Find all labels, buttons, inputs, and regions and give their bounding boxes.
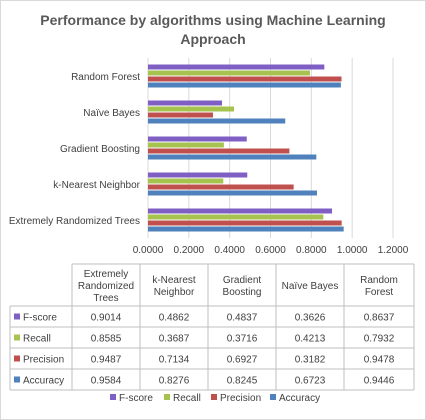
legend-label: F-score <box>119 393 153 404</box>
bar-precision <box>148 112 213 118</box>
bar-recall <box>148 70 310 76</box>
bar-precision <box>148 76 342 82</box>
table-header: k-Nearest <box>152 275 196 286</box>
table-value: 0.4213 <box>295 334 326 345</box>
bar-recall <box>148 142 224 148</box>
table-value: 0.8585 <box>91 334 122 345</box>
table-value: 0.9487 <box>91 355 122 366</box>
table-series-swatch <box>14 334 20 341</box>
bar-accuracy <box>148 154 317 160</box>
x-tick-label: 0.4000 <box>214 245 245 256</box>
table-value: 0.9446 <box>364 376 395 387</box>
legend-label: Precision <box>220 393 261 404</box>
table-header: Neighbor <box>154 287 195 298</box>
table-value: 0.6723 <box>295 376 326 387</box>
x-tick-label: 1.2000 <box>378 245 409 256</box>
table-series-swatch <box>14 313 20 320</box>
table-header: Forest <box>365 287 394 298</box>
table-header: Boosting <box>223 287 262 298</box>
table-value: 0.3687 <box>159 334 190 345</box>
bar-accuracy <box>148 190 317 196</box>
table-series-name: F-score <box>23 313 57 324</box>
x-tick-label: 0.6000 <box>255 245 286 256</box>
chart: Performance by algorithms using Machine … <box>0 0 426 420</box>
table-value: 0.3626 <box>295 313 326 324</box>
table-value: 0.8245 <box>227 376 258 387</box>
table-header: Random <box>360 275 398 286</box>
table-header: Extremely <box>84 269 128 280</box>
bar-precision <box>148 148 290 154</box>
table-series-name: Accuracy <box>23 376 64 387</box>
table-series-swatch <box>14 355 20 362</box>
bar-accuracy <box>148 82 341 88</box>
table-header: Trees <box>93 293 118 304</box>
x-tick-label: 1.0000 <box>337 245 368 256</box>
table-value: 0.8276 <box>159 376 190 387</box>
bar-recall <box>148 178 224 184</box>
chart-title-line-2: Approach <box>180 31 245 47</box>
legend-swatch <box>270 394 276 400</box>
table-value: 0.8637 <box>364 313 395 324</box>
table-value: 0.4837 <box>227 313 258 324</box>
table-value: 0.7134 <box>159 355 190 366</box>
bar-accuracy <box>148 226 344 232</box>
table-value: 0.6927 <box>227 355 258 366</box>
x-tick-label: 0.8000 <box>296 245 327 256</box>
table-series-swatch <box>14 376 20 383</box>
x-tick-labels: 0.0000 0.2000 0.4000 0.6000 0.8000 1.0000 1.20… <box>133 245 409 256</box>
category-label: k-Nearest Neighbor <box>53 180 140 191</box>
table-value: 0.7932 <box>364 334 395 345</box>
bar-f-score <box>148 64 325 70</box>
legend-label: Recall <box>173 393 201 404</box>
legend-swatch <box>164 394 170 400</box>
legend-label: Accuracy <box>279 393 320 404</box>
bar-precision <box>148 184 294 190</box>
category-label: Naïve Bayes <box>83 108 140 119</box>
category-label: Extremely Randomized Trees <box>9 216 140 227</box>
legend-swatch <box>110 394 116 400</box>
table-value: 0.9478 <box>364 355 395 366</box>
table-value: 0.3716 <box>227 334 258 345</box>
legend-swatch <box>211 394 217 400</box>
chart-title-line-1: Performance by algorithms using Machine … <box>40 12 385 28</box>
table-value: 0.4862 <box>159 313 190 324</box>
bar-f-score <box>148 208 333 214</box>
table-series-name: Recall <box>23 334 51 345</box>
category-label: Random Forest <box>71 72 140 83</box>
chart-svg: Performance by algorithms using Machine … <box>0 0 426 420</box>
table-header: Gradient <box>223 275 262 286</box>
category-label: Gradient Boosting <box>60 144 140 155</box>
bar-f-score <box>148 100 223 106</box>
table-value: 0.3182 <box>295 355 326 366</box>
table-header: Randomized <box>78 281 134 292</box>
table-header: Naïve Bayes <box>282 281 339 292</box>
table-value: 0.9584 <box>91 376 122 387</box>
bar-precision <box>148 220 342 226</box>
x-tick-label: 0.0000 <box>133 245 164 256</box>
bar-accuracy <box>148 118 286 124</box>
table-value: 0.9014 <box>91 313 122 324</box>
bar-f-score <box>148 136 247 142</box>
bar-recall <box>148 106 235 112</box>
x-tick-label: 0.2000 <box>174 245 205 256</box>
bar-f-score <box>148 172 248 178</box>
bar-recall <box>148 214 324 220</box>
table-series-name: Precision <box>23 355 64 366</box>
